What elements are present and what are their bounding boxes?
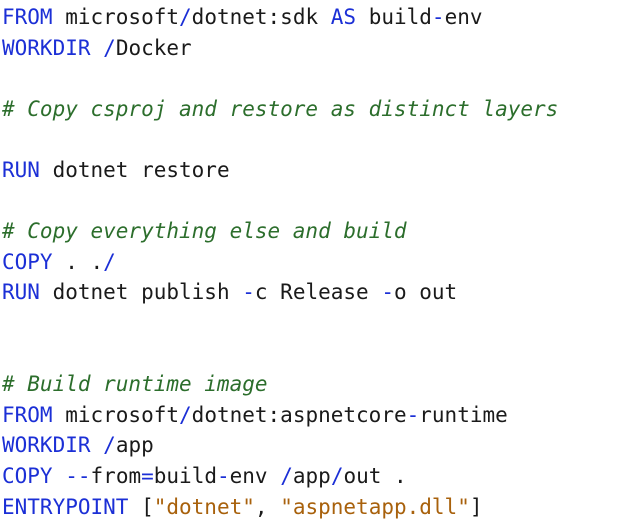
text-token: app xyxy=(292,463,331,488)
operator-token: - xyxy=(381,280,394,305)
code-line: ENTRYPOINT ["dotnet", "aspnetapp.dll"] xyxy=(2,492,641,523)
keyword-token: COPY xyxy=(2,463,53,488)
operator-token: - xyxy=(406,402,420,427)
text-token: env xyxy=(229,463,281,488)
text-token: build xyxy=(153,463,217,488)
text-token: dotnet restore xyxy=(39,157,230,182)
operator-token: / xyxy=(179,402,192,427)
code-line: COPY . ./ xyxy=(2,247,641,278)
keyword-token: RUN xyxy=(2,280,40,305)
text-token: app xyxy=(115,433,154,458)
code-line: FROM microsoft/dotnet:sdk AS build-env xyxy=(2,2,641,33)
keyword-token: FROM xyxy=(2,402,53,427)
operator-token: = xyxy=(141,463,154,488)
code-line: FROM microsoft/dotnet:aspnetcore-runtime xyxy=(2,400,641,431)
text-token: [ xyxy=(128,494,154,519)
code-line: RUN dotnet publish -c Release -o out xyxy=(2,277,641,308)
text-token: c Release xyxy=(254,280,382,305)
keyword-token: RUN xyxy=(2,157,40,182)
text-token: build xyxy=(356,5,432,29)
code-editor[interactable]: FROM microsoft/dotnet:sdk AS build-env WO… xyxy=(0,0,641,524)
operator-token: / xyxy=(280,463,293,488)
operator-token: - xyxy=(242,280,255,305)
code-line: WORKDIR /app xyxy=(2,430,641,461)
text-token: . . xyxy=(52,249,104,274)
text-token: Docker xyxy=(115,35,192,60)
operator-token: -- xyxy=(65,463,91,488)
keyword-token: ENTRYPOINT xyxy=(2,494,129,519)
text-token: env xyxy=(444,5,483,29)
text-token: dotnet:aspnetcore xyxy=(191,402,407,427)
text-token: from xyxy=(90,463,142,488)
operator-token: - xyxy=(216,463,230,488)
text-token: dotnet:sdk xyxy=(191,5,331,29)
code-line: # Build runtime image xyxy=(2,369,641,400)
comment-token: # Copy everything else and build xyxy=(2,219,407,244)
keyword-token: WORKDIR xyxy=(2,433,91,458)
text-token: out . xyxy=(343,463,407,488)
code-line: WORKDIR /Docker xyxy=(2,33,641,64)
operator-token: / xyxy=(179,5,192,29)
text-token: dotnet publish xyxy=(39,280,243,305)
text-token: ] xyxy=(469,494,483,519)
keyword-token: AS xyxy=(330,5,357,29)
operator-token: / xyxy=(103,35,116,60)
text-token: microsoft xyxy=(52,402,180,427)
string-token: "dotnet" xyxy=(153,494,255,519)
comment-token: # Copy csproj and restore as distinct la… xyxy=(2,96,559,121)
code-line: RUN dotnet restore xyxy=(2,155,641,186)
code-line: COPY --from=build-env /app/out . xyxy=(2,461,641,492)
text-token: microsoft xyxy=(52,5,180,29)
text-token: runtime xyxy=(419,402,508,427)
comment-token: # Build runtime image xyxy=(2,372,268,397)
keyword-token: FROM xyxy=(2,5,53,29)
operator-token: / xyxy=(103,249,116,274)
keyword-token: COPY xyxy=(2,249,53,274)
code-line: # Copy csproj and restore as distinct la… xyxy=(2,94,641,125)
operator-token: - xyxy=(431,5,445,29)
string-token: "aspnetapp.dll" xyxy=(280,494,470,519)
operator-token: / xyxy=(330,463,344,488)
operator-token: / xyxy=(103,433,116,458)
text-token: o out xyxy=(393,280,458,305)
text-token: , xyxy=(254,494,281,519)
code-line: # Copy everything else and build xyxy=(2,216,641,247)
keyword-token: WORKDIR xyxy=(2,35,91,60)
